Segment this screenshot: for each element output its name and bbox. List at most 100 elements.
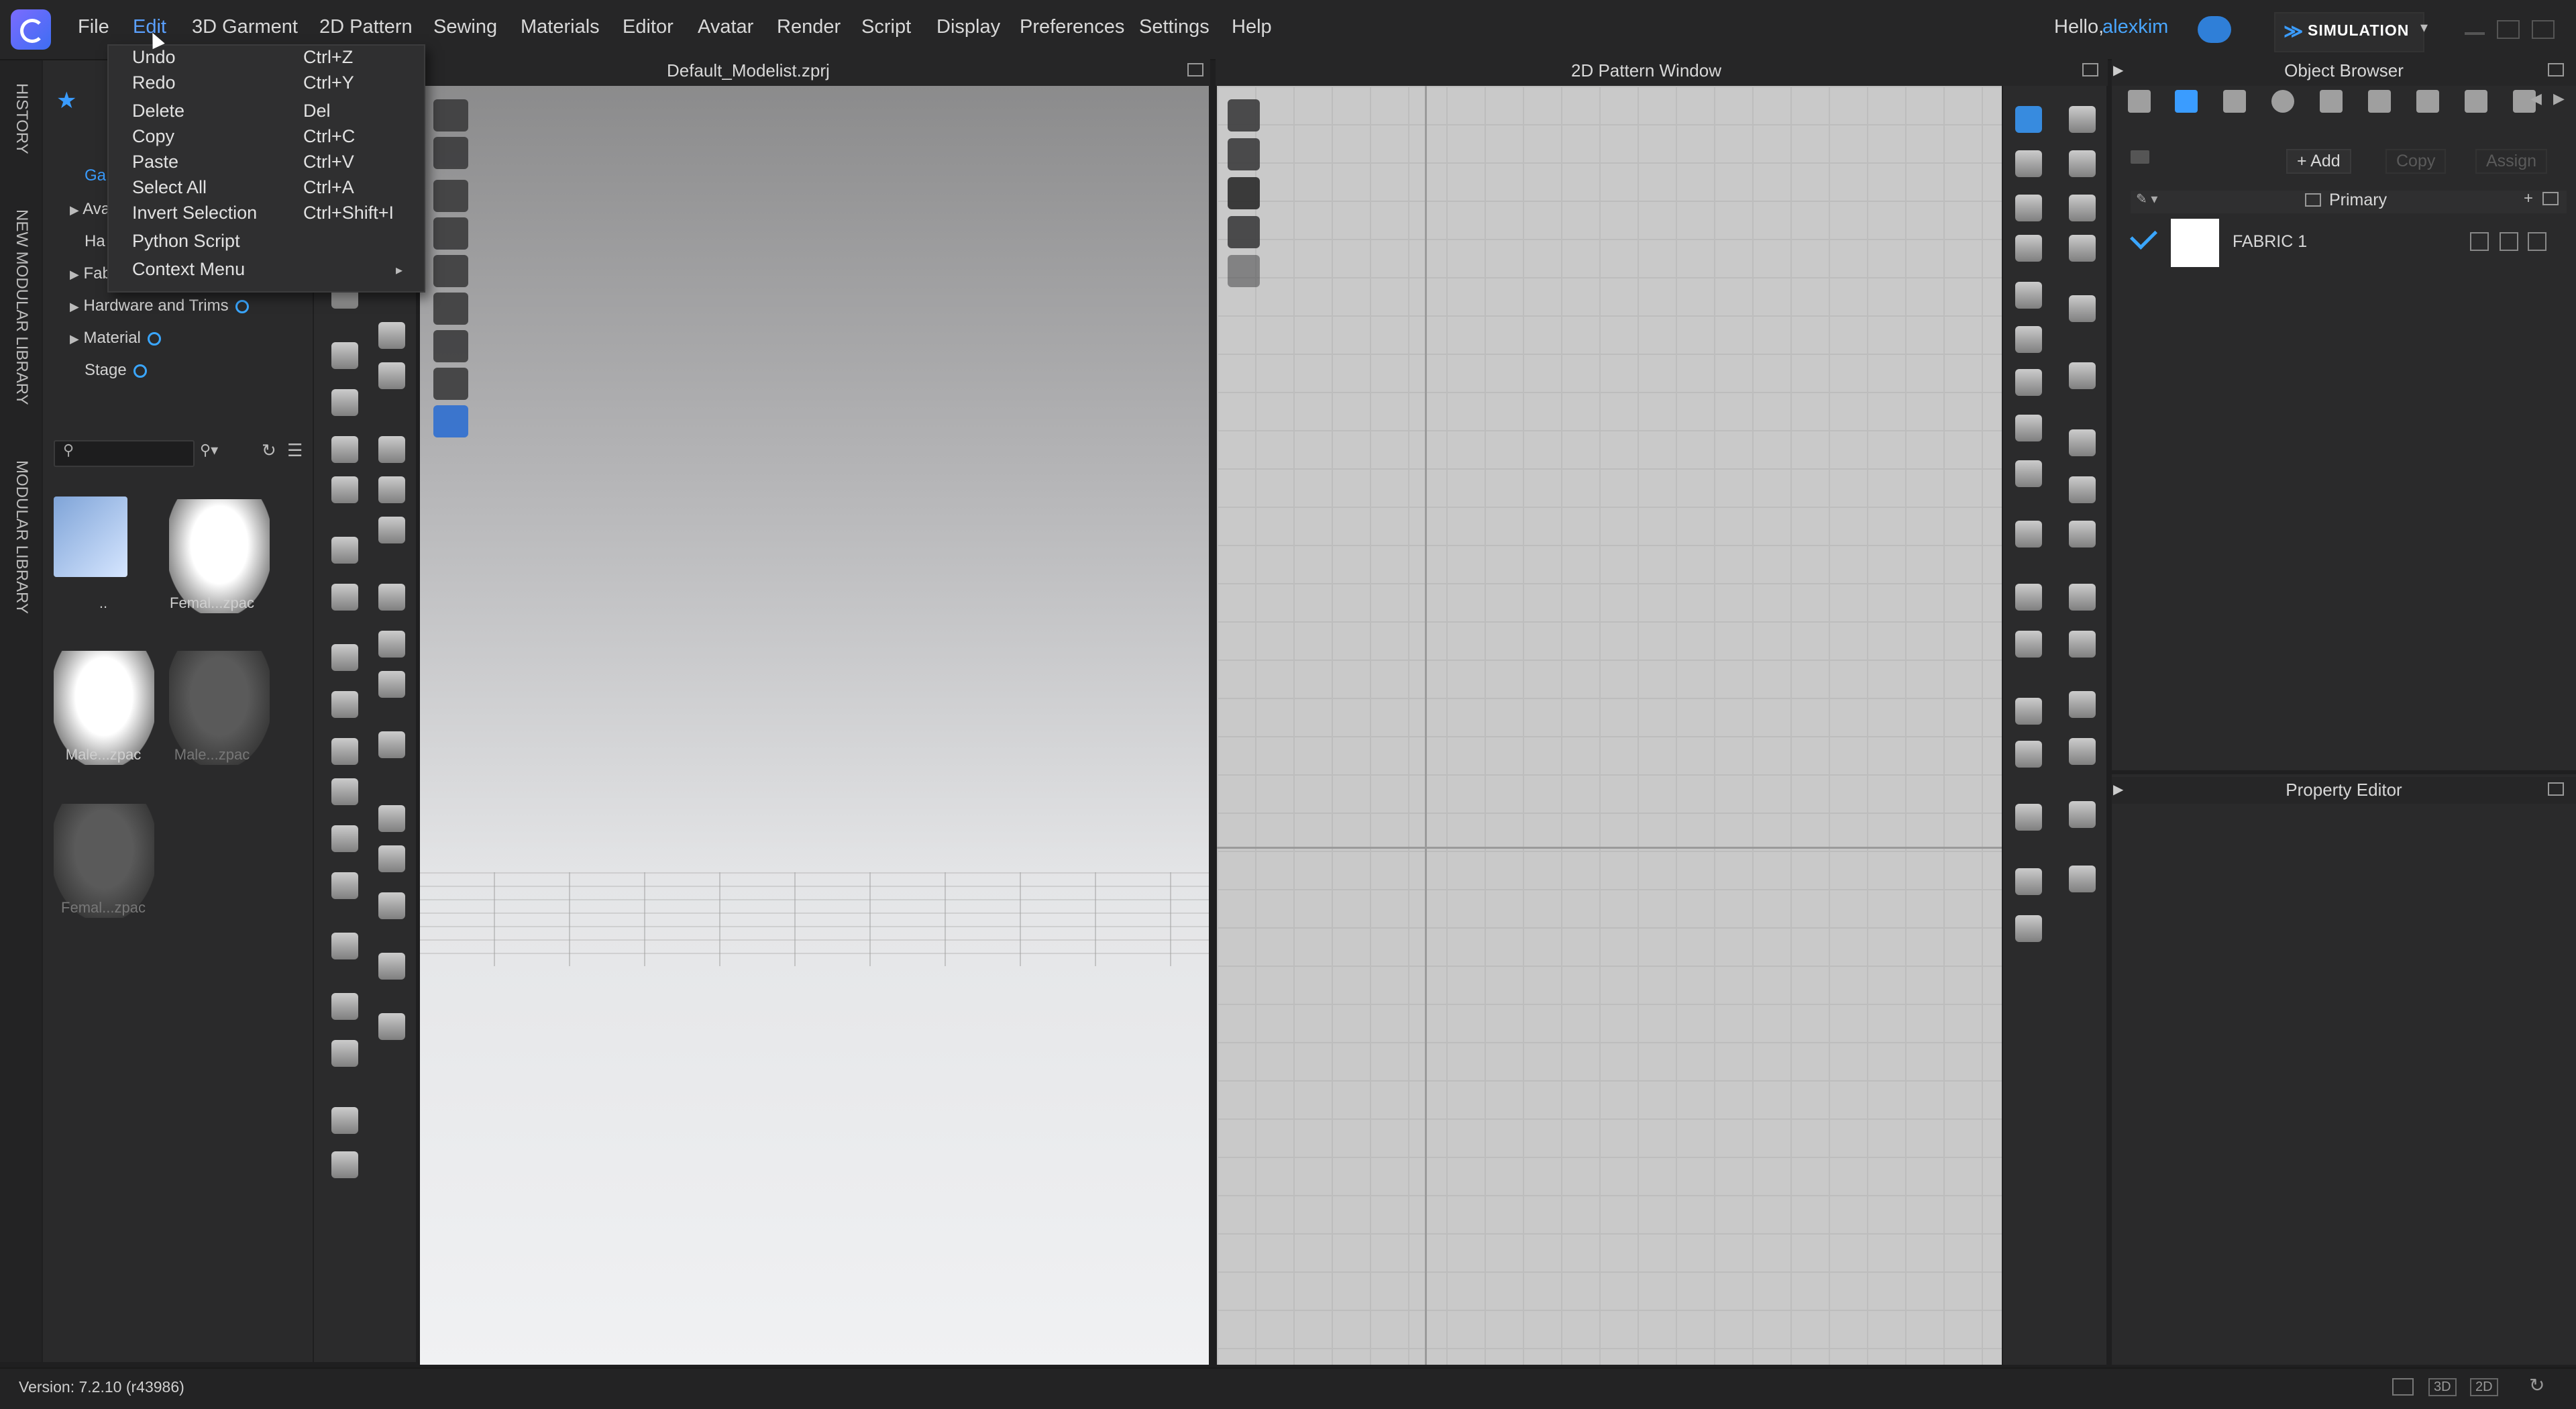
menu-item-delete[interactable]: Delete xyxy=(132,101,184,121)
pattern-2d-canvas[interactable] xyxy=(1217,86,2002,1365)
popout-icon[interactable] xyxy=(2082,63,2098,76)
tool-icon[interactable] xyxy=(2015,326,2042,353)
layout-icon[interactable] xyxy=(2392,1378,2414,1396)
2d-view-icon[interactable]: 2D xyxy=(2470,1378,2498,1396)
tool-icon[interactable] xyxy=(2015,521,2042,547)
tool-icon[interactable] xyxy=(331,825,358,852)
menu-help[interactable]: Help xyxy=(1232,16,1272,38)
popout-icon[interactable] xyxy=(1187,63,1203,76)
tool-icon[interactable] xyxy=(2015,235,2042,262)
info-icon[interactable] xyxy=(1228,177,1260,209)
favorite-star-icon[interactable]: ★ xyxy=(56,87,76,114)
text-tool-icon[interactable] xyxy=(2015,698,2042,725)
tool-icon[interactable] xyxy=(331,584,358,611)
menu-item-undo[interactable]: Undo xyxy=(132,47,176,68)
tool-icon[interactable] xyxy=(331,389,358,416)
tool-icon[interactable] xyxy=(331,644,358,671)
add-group-icon[interactable]: + xyxy=(2524,189,2533,208)
view-tool-icon[interactable] xyxy=(433,293,468,325)
tab-history[interactable]: HISTORY xyxy=(12,83,31,154)
tool-icon[interactable] xyxy=(378,584,405,611)
tool-icon[interactable] xyxy=(331,342,358,369)
chevron-left-icon[interactable]: ◀ xyxy=(2530,90,2542,107)
menu-materials[interactable]: Materials xyxy=(521,16,600,38)
tool-icon[interactable] xyxy=(2069,631,2096,658)
fabric-name[interactable]: FABRIC 1 xyxy=(2233,232,2307,252)
tool-icon[interactable] xyxy=(331,872,358,899)
mode-dropdown-icon[interactable]: ▾ xyxy=(2420,19,2428,36)
tool-icon[interactable] xyxy=(2069,738,2096,765)
tool-icon[interactable] xyxy=(2015,195,2042,221)
tool-icon[interactable] xyxy=(331,1107,358,1134)
tool-icon[interactable] xyxy=(2069,691,2096,718)
tool-icon[interactable] xyxy=(2015,415,2042,441)
tab-new-modular-library[interactable]: NEW MODULAR LIBRARY xyxy=(12,209,31,405)
copy-button[interactable]: Copy xyxy=(2385,149,2447,174)
text-tool-icon[interactable] xyxy=(2015,741,2042,768)
tool-icon[interactable] xyxy=(378,845,405,872)
tool-icon[interactable] xyxy=(331,436,358,463)
tool-icon[interactable] xyxy=(331,1151,358,1178)
tool-icon[interactable] xyxy=(378,1013,405,1040)
menu-settings[interactable]: Settings xyxy=(1139,16,1210,38)
menu-script[interactable]: Script xyxy=(861,16,911,38)
tool-icon[interactable] xyxy=(331,993,358,1020)
tool-icon[interactable] xyxy=(378,805,405,832)
library-tree-item-stage[interactable]: Stage xyxy=(85,361,147,380)
menu-item-python-script[interactable]: Python Script xyxy=(132,231,240,252)
library-tree-item-avatar[interactable]: ▶ Ava xyxy=(70,200,110,219)
tool-icon[interactable] xyxy=(2015,282,2042,309)
pencil-icon[interactable]: ✎ ▾ xyxy=(2136,191,2157,207)
tool-icon[interactable] xyxy=(2069,866,2096,892)
copy-fabric-icon[interactable] xyxy=(2500,232,2518,251)
delete-fabric-icon[interactable] xyxy=(2528,232,2546,251)
tool-icon[interactable] xyxy=(2069,195,2096,221)
menu-item-select-all[interactable]: Select All xyxy=(132,177,207,198)
popout-icon[interactable] xyxy=(2548,782,2564,796)
maximize-icon[interactable] xyxy=(2497,20,2520,39)
library-tree-item-fabric[interactable]: ▶ Fab xyxy=(70,264,111,283)
zipper-tab-icon[interactable] xyxy=(2416,90,2439,113)
new-folder-icon[interactable] xyxy=(2542,192,2559,205)
fabric-swatch[interactable] xyxy=(2171,219,2219,267)
tool-icon[interactable] xyxy=(331,537,358,564)
seam-tab-icon[interactable] xyxy=(2368,90,2391,113)
menu-avatar[interactable]: Avatar xyxy=(698,16,753,38)
tool-icon[interactable] xyxy=(378,731,405,758)
menu-item-copy[interactable]: Copy xyxy=(132,126,174,147)
menu-editor[interactable]: Editor xyxy=(623,16,674,38)
trim-tab-icon[interactable] xyxy=(2465,90,2487,113)
menu-file[interactable]: File xyxy=(78,16,109,38)
tool-icon[interactable] xyxy=(2069,584,2096,611)
library-search-input[interactable] xyxy=(54,440,195,467)
tool-icon[interactable] xyxy=(2015,150,2042,177)
library-tree-item-material[interactable]: ▶ Material xyxy=(70,329,161,348)
tool-icon[interactable] xyxy=(2015,369,2042,396)
tool-icon[interactable] xyxy=(378,517,405,543)
tool-icon[interactable] xyxy=(378,631,405,658)
tool-icon[interactable] xyxy=(331,691,358,718)
select-pattern-icon[interactable] xyxy=(2015,106,2042,133)
menu-3d-garment[interactable]: 3D Garment xyxy=(192,16,298,38)
view-tool-icon[interactable] xyxy=(433,330,468,362)
tool-icon[interactable] xyxy=(378,362,405,389)
tool-icon[interactable] xyxy=(378,671,405,698)
view-tool-icon[interactable] xyxy=(433,217,468,250)
tool-icon[interactable] xyxy=(2069,801,2096,828)
tab-modular-library[interactable]: MODULAR LIBRARY xyxy=(12,460,31,614)
menu-item-context-menu[interactable]: Context Menu xyxy=(132,259,245,280)
app-logo-icon[interactable] xyxy=(11,9,51,50)
group-label[interactable]: Primary xyxy=(2329,191,2387,210)
menu-sewing[interactable]: Sewing xyxy=(433,16,497,38)
tool-icon[interactable] xyxy=(2015,915,2042,942)
globe-icon[interactable] xyxy=(433,405,468,437)
tool-icon[interactable] xyxy=(2069,235,2096,262)
view-tool-icon[interactable] xyxy=(433,180,468,212)
tool-icon[interactable] xyxy=(331,1040,358,1067)
folder-up-icon[interactable] xyxy=(54,497,127,577)
restore-icon[interactable] xyxy=(2532,20,2555,39)
pattern-view-tool-icon[interactable] xyxy=(1228,99,1260,132)
add-to-fabric-icon[interactable] xyxy=(2470,232,2489,251)
tool-icon[interactable] xyxy=(2069,362,2096,389)
pattern-view-tool-icon[interactable] xyxy=(1228,216,1260,248)
